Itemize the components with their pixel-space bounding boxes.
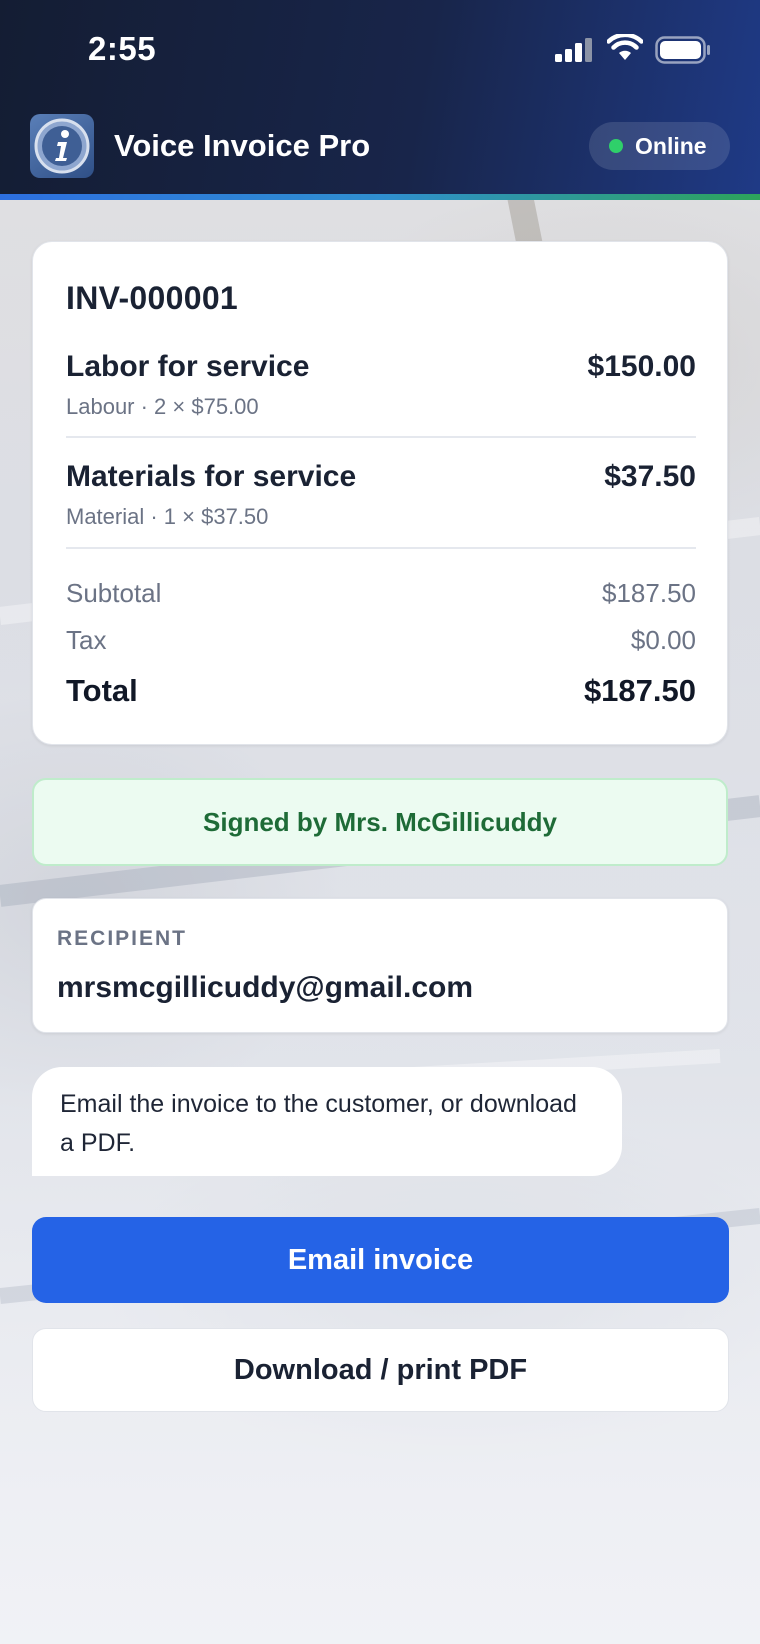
app-title: Voice Invoice Pro xyxy=(114,128,371,163)
subtotal-value: $187.50 xyxy=(602,578,696,608)
download-pdf-button[interactable]: Download / print PDF xyxy=(32,1328,729,1412)
tax-row: Tax $0.00 xyxy=(66,625,696,656)
total-label: Total xyxy=(66,673,138,708)
recipient-label: RECIPIENT xyxy=(57,927,188,950)
total-value: $187.50 xyxy=(583,673,696,708)
email-invoice-button[interactable]: Email invoice xyxy=(32,1217,729,1303)
online-indicator-icon xyxy=(609,139,623,153)
subtotal-label: Subtotal xyxy=(66,578,162,608)
signature-status-banner: Signed by Mrs. McGillicuddy xyxy=(32,778,728,866)
wifi-icon xyxy=(607,34,643,60)
invoice-number: INV-000001 xyxy=(66,280,239,316)
battery-icon xyxy=(655,36,710,64)
header-accent-stripe xyxy=(0,194,760,200)
recipient-email: mrsmcgillicuddy@gmail.com xyxy=(57,971,474,1004)
cellular-signal-icon xyxy=(555,38,592,62)
line-item-name: Materials for service xyxy=(66,460,357,493)
total-row: Total $187.50 xyxy=(66,673,696,709)
status-time: 2:55 xyxy=(88,30,157,67)
assistant-message-bubble: Email the invoice to the customer, or do… xyxy=(32,1067,622,1176)
status-bar: 2:55 xyxy=(0,0,760,100)
invoice-summary-card: INV-000001 Labor for service Labour · 2 … xyxy=(32,241,728,745)
app-header: 2:55 Voice Invoice Pro Online xyxy=(0,0,760,196)
subtotal-row: Subtotal $187.50 xyxy=(66,578,696,609)
app-logo xyxy=(30,114,94,178)
recipient-card: RECIPIENT mrsmcgillicuddy@gmail.com xyxy=(32,898,728,1033)
tax-label: Tax xyxy=(66,625,107,655)
info-icon xyxy=(34,118,90,174)
line-item-amount: $150.00 xyxy=(587,350,696,383)
line-item-amount: $37.50 xyxy=(604,460,696,493)
line-item-detail: Material · 1 × $37.50 xyxy=(66,504,269,529)
line-item-detail: Labour · 2 × $75.00 xyxy=(66,394,259,419)
connection-status-label: Online xyxy=(635,132,707,159)
line-item: Labor for service Labour · 2 × $75.00 $1… xyxy=(66,350,696,420)
divider xyxy=(66,436,696,438)
divider xyxy=(66,547,696,549)
tax-value: $0.00 xyxy=(630,625,696,655)
connection-status-badge: Online xyxy=(589,122,730,170)
line-item: Materials for service Material · 1 × $37… xyxy=(66,460,696,530)
